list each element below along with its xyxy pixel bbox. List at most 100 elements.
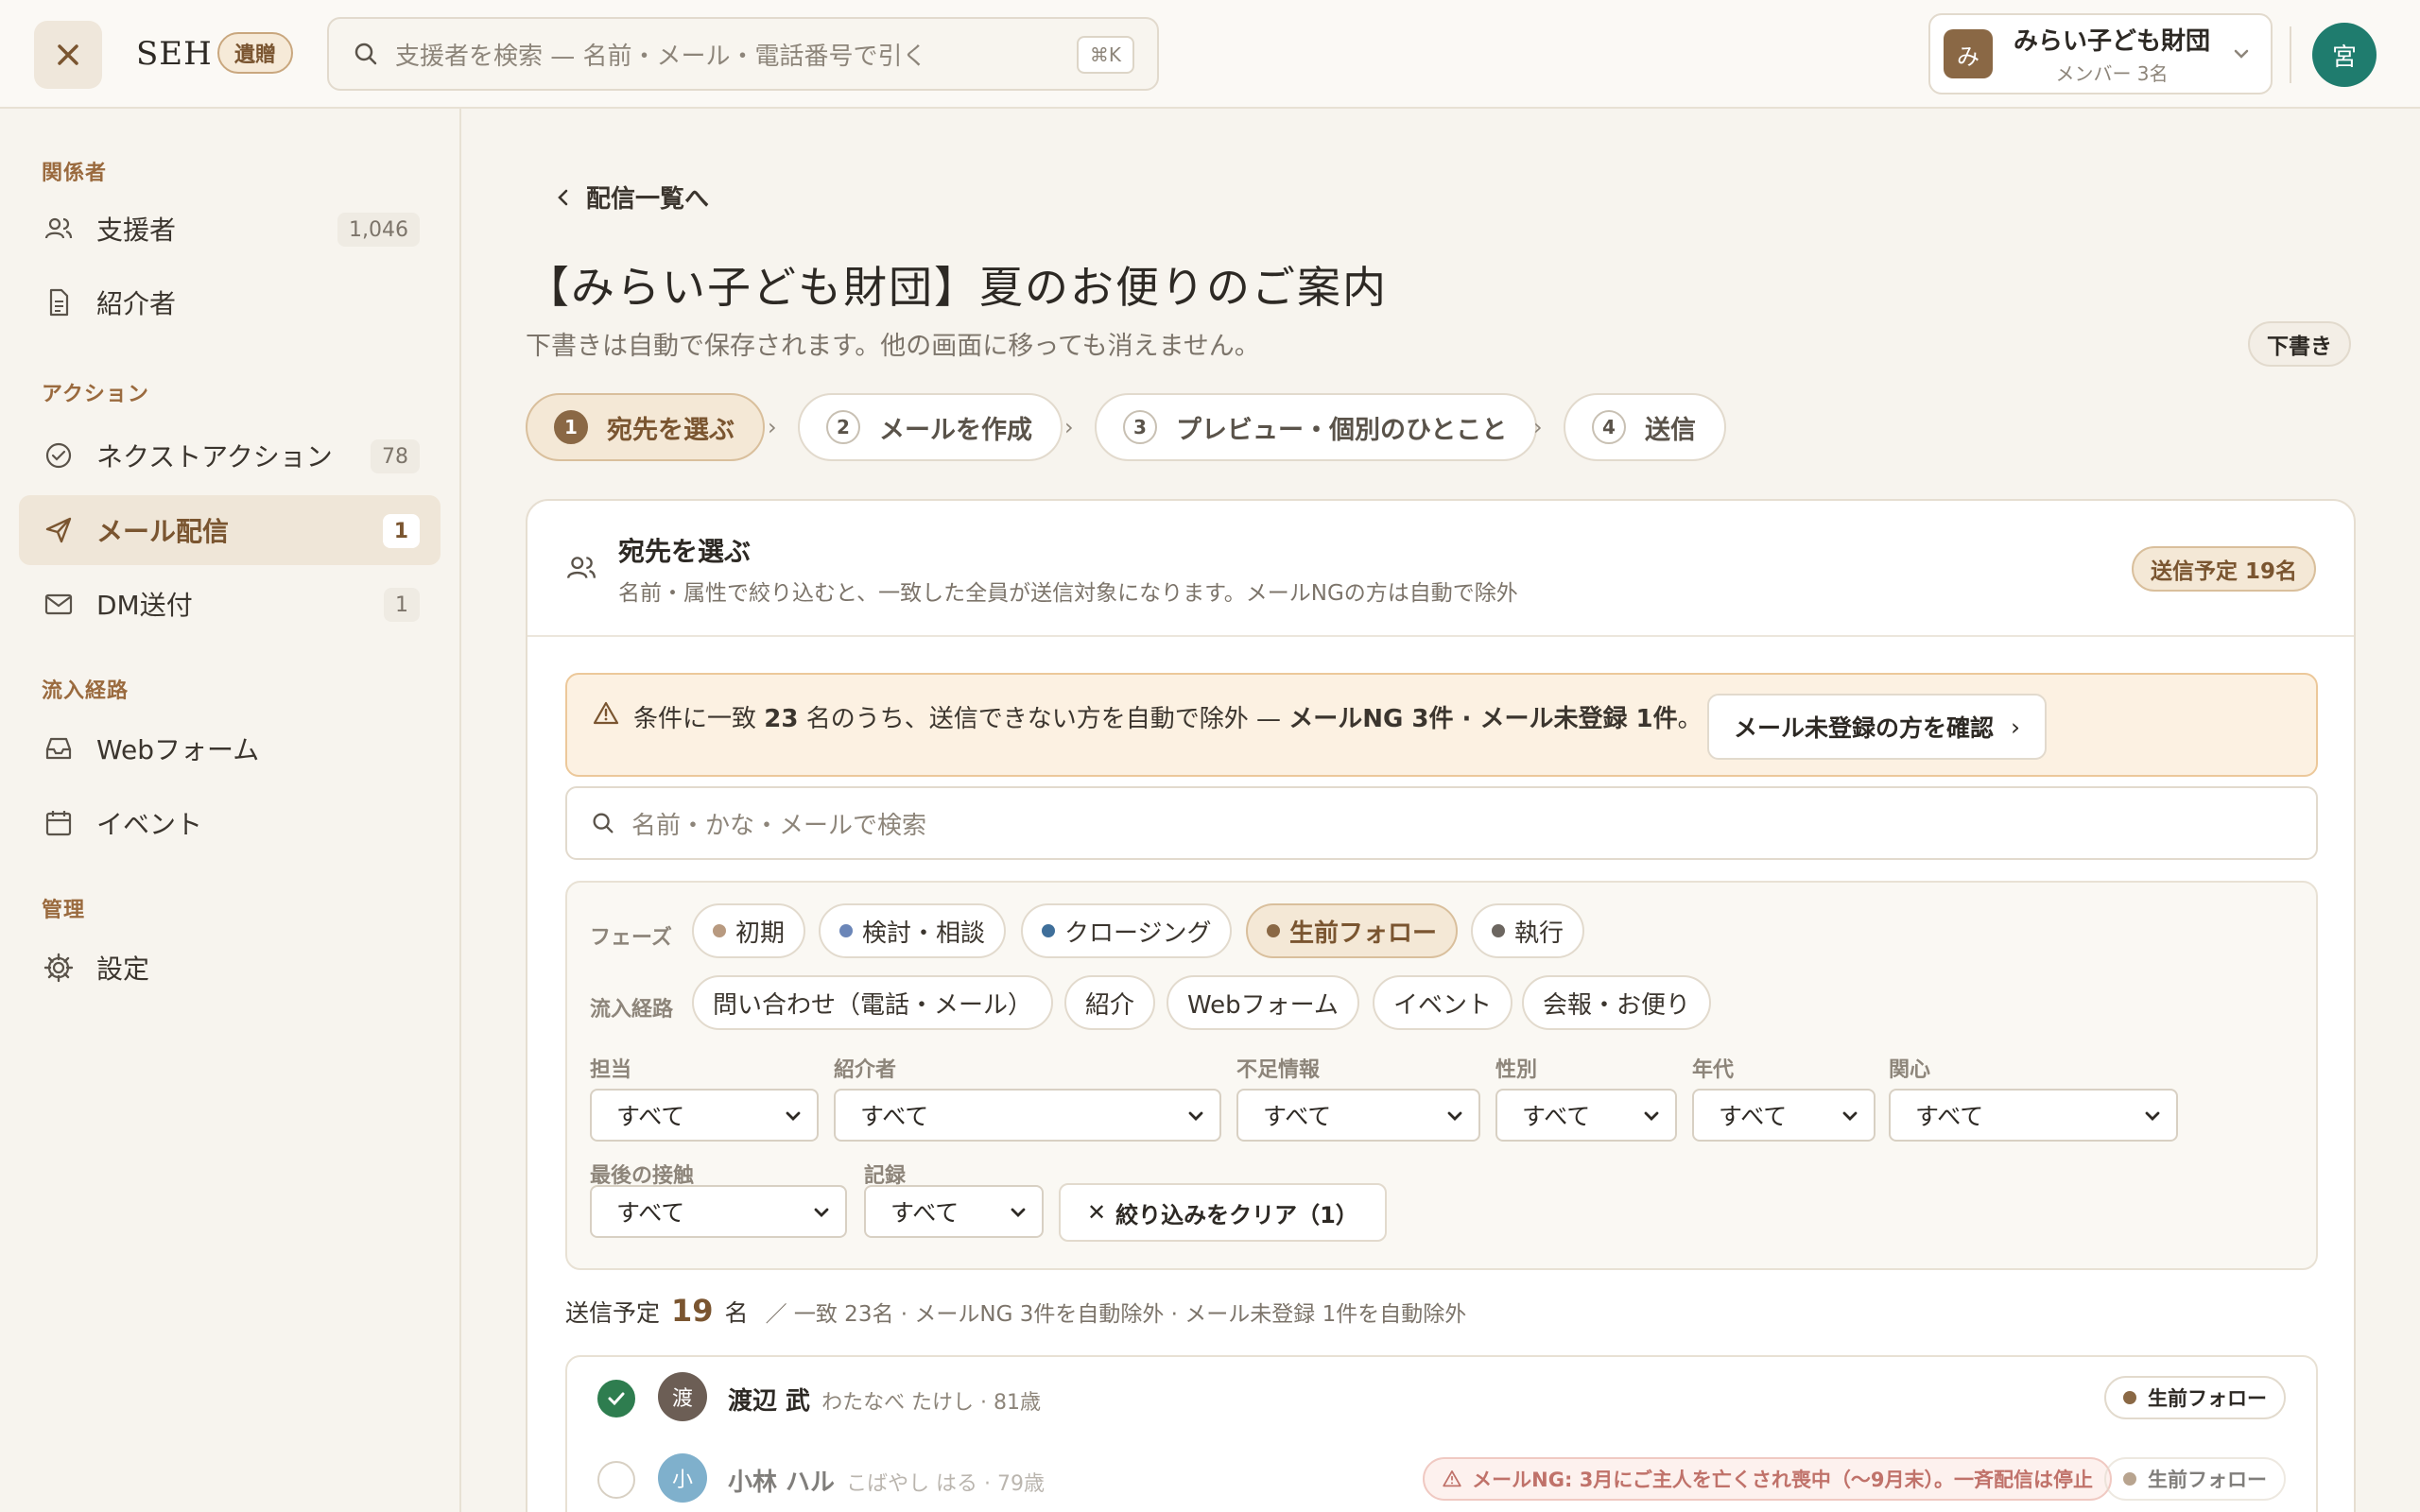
org-switcher[interactable]: み みらい子ども財団 メンバー 3名 bbox=[1928, 13, 2273, 94]
step-recipients[interactable]: 1 宛先を選ぶ bbox=[526, 393, 765, 461]
phase-chip-active[interactable]: 生前フォロー bbox=[1246, 903, 1459, 958]
select-label: 担当 bbox=[590, 1058, 632, 1082]
step-number: 3 bbox=[1123, 410, 1157, 444]
select-assignee[interactable]: すべて bbox=[590, 1089, 819, 1142]
warning-text: 条件に一致 23 名のうち、送信できない方を自動で除外 — メールNG 3件 ·… bbox=[633, 705, 1703, 733]
search-icon bbox=[593, 813, 614, 833]
recipients-card: 宛先を選ぶ 名前・属性で絞り込むと、一致した全員が送信対象になります。メールNG… bbox=[526, 499, 2356, 1512]
source-chip[interactable]: Webフォーム bbox=[1167, 975, 1359, 1030]
sidebar-item-supporters[interactable]: 支援者 1,046 bbox=[19, 194, 441, 264]
chevron-right-icon: › bbox=[768, 414, 777, 440]
chevron-down-icon bbox=[814, 1208, 829, 1217]
select-label: 年代 bbox=[1692, 1058, 1735, 1082]
step-preview[interactable]: 3 プレビュー・個別のひとこと bbox=[1095, 393, 1538, 461]
org-members: メンバー 3名 bbox=[2055, 62, 2169, 85]
sidebar-item-events[interactable]: イベント bbox=[19, 788, 441, 858]
source-chip[interactable]: イベント bbox=[1373, 975, 1513, 1030]
step-send[interactable]: 4 送信 bbox=[1564, 393, 1726, 461]
select-missing-info[interactable]: すべて bbox=[1236, 1089, 1480, 1142]
card-title: 宛先を選ぶ bbox=[618, 536, 752, 567]
send-count-badge: 送信予定 19名 bbox=[2131, 546, 2316, 592]
select-label: 紹介者 bbox=[834, 1058, 897, 1082]
sidebar-item-settings[interactable]: 設定 bbox=[19, 933, 441, 1003]
chevron-left-icon bbox=[558, 189, 568, 205]
sidebar-item-dm[interactable]: DM送付 1 bbox=[19, 569, 441, 639]
check-unregistered-button[interactable]: メール未登録の方を確認 › bbox=[1707, 694, 2048, 760]
select-interest[interactable]: すべて bbox=[1889, 1089, 2178, 1142]
mail-icon bbox=[42, 587, 76, 621]
sidebar-item-label: DM送付 bbox=[96, 590, 193, 621]
sidebar-section-label: 流入経路 bbox=[42, 679, 130, 703]
sidebar-item-next-actions[interactable]: ネクストアクション 78 bbox=[19, 421, 441, 490]
global-search-input[interactable]: 支援者を検索 — 名前・メール・電話番号で引く ⌘K bbox=[327, 17, 1159, 91]
phase-badge: 生前フォロー bbox=[2104, 1457, 2286, 1501]
clear-filters-button[interactable]: ✕ 絞り込みをクリア（1） bbox=[1059, 1183, 1387, 1242]
exclusion-warning: 条件に一致 23 名のうち、送信できない方を自動で除外 — メールNG 3件 ·… bbox=[565, 673, 2318, 777]
check-circle-icon bbox=[42, 438, 76, 472]
org-avatar: み bbox=[1944, 29, 1993, 78]
select-label: 関心 bbox=[1889, 1058, 1931, 1082]
step-number: 2 bbox=[826, 410, 860, 444]
list-item[interactable]: 小 小林 ハル こばやし はる · 79歳 メールNG: 3月にご主人を亡くされ喪… bbox=[567, 1438, 2316, 1512]
step-label: プレビュー・個別のひとこと bbox=[1176, 415, 1508, 445]
source-chip[interactable]: 問い合わせ（電話・メール） bbox=[692, 975, 1054, 1030]
chevron-down-icon bbox=[1188, 1111, 1203, 1121]
users-icon bbox=[42, 212, 76, 246]
inbox-icon bbox=[42, 731, 76, 765]
chevron-down-icon bbox=[1842, 1111, 1858, 1121]
phase-badge: 生前フォロー bbox=[2104, 1376, 2286, 1419]
phase-chip[interactable]: 初期 bbox=[692, 903, 806, 958]
avatar: 渡 bbox=[658, 1372, 707, 1421]
sidebar-item-label: 設定 bbox=[96, 954, 150, 985]
filter-label-source: 流入経路 bbox=[590, 998, 674, 1022]
back-link[interactable]: 配信一覧へ bbox=[552, 180, 709, 215]
step-compose[interactable]: 2 メールを作成 bbox=[798, 393, 1063, 461]
search-icon bbox=[354, 43, 377, 65]
sidebar-section-label: 関係者 bbox=[42, 162, 108, 185]
phase-chip[interactable]: クロージング bbox=[1021, 903, 1233, 958]
sidebar-item-label: ネクストアクション bbox=[96, 441, 333, 472]
select-label: 性別 bbox=[1495, 1058, 1538, 1082]
back-link-label: 配信一覧へ bbox=[586, 185, 710, 214]
list-item[interactable]: 渡 渡辺 武わたなべ たけし · 81歳 生前フォロー bbox=[567, 1357, 2316, 1438]
select-referrer[interactable]: すべて bbox=[834, 1089, 1221, 1142]
sidebar-item-referrers[interactable]: 紹介者 bbox=[19, 267, 441, 337]
select-last-contact[interactable]: すべて bbox=[590, 1185, 847, 1238]
sidebar-section-label: 管理 bbox=[42, 899, 86, 922]
source-chip[interactable]: 会報・お便り bbox=[1522, 975, 1712, 1030]
check-icon bbox=[608, 1392, 625, 1406]
document-icon bbox=[42, 285, 76, 319]
warning-icon bbox=[1443, 1470, 1461, 1487]
chevron-down-icon bbox=[1447, 1111, 1462, 1121]
count-badge: 1 bbox=[382, 514, 420, 548]
sidebar-item-mail-delivery[interactable]: メール配信 1 bbox=[19, 495, 441, 565]
card-header: 宛先を選ぶ 名前・属性で絞り込むと、一致した全員が送信対象になります。メールNG… bbox=[527, 501, 2354, 637]
search-placeholder: 支援者を検索 — 名前・メール・電話番号で引く bbox=[395, 42, 927, 71]
avatar: 小 bbox=[658, 1453, 707, 1503]
sidebar: 関係者 支援者 1,046 紹介者 アクション ネクストアクション 78 メール… bbox=[0, 109, 461, 1512]
select-record[interactable]: すべて bbox=[864, 1185, 1044, 1238]
recipient-checkbox[interactable] bbox=[597, 1461, 635, 1499]
chevron-down-icon bbox=[1011, 1208, 1026, 1217]
search-shortcut: ⌘K bbox=[1076, 36, 1134, 74]
warning-icon bbox=[593, 701, 619, 725]
select-gender[interactable]: すべて bbox=[1495, 1089, 1677, 1142]
gear-icon bbox=[42, 951, 76, 985]
user-avatar[interactable]: 宮 bbox=[2312, 23, 2377, 87]
app-header: SEH 遺贈 支援者を検索 — 名前・メール・電話番号で引く ⌘K み みらい子… bbox=[0, 0, 2420, 109]
brand-badge: 遺贈 bbox=[217, 32, 294, 74]
chevron-right-icon: › bbox=[1064, 414, 1074, 440]
status-badge: 下書き bbox=[2248, 321, 2351, 367]
recipient-search-input[interactable]: 名前・かな・メールで検索 bbox=[565, 786, 2318, 860]
phase-chip[interactable]: 検討・相談 bbox=[819, 903, 1007, 958]
source-chip[interactable]: 紹介 bbox=[1064, 975, 1156, 1030]
recipient-checkbox[interactable] bbox=[597, 1380, 635, 1418]
sidebar-section-label: アクション bbox=[42, 383, 149, 406]
filter-panel: フェーズ 初期 検討・相談 クロージング 生前フォロー 執行 流入経路 問い合わ… bbox=[565, 881, 2318, 1270]
phase-chip[interactable]: 執行 bbox=[1471, 903, 1585, 958]
close-button[interactable] bbox=[34, 21, 102, 89]
select-age[interactable]: すべて bbox=[1692, 1089, 1876, 1142]
recipient-name: 小林 ハル こばやし はる · 79歳 bbox=[728, 1469, 1046, 1497]
sidebar-item-webform[interactable]: Webフォーム bbox=[19, 713, 441, 783]
step-label: メールを作成 bbox=[879, 415, 1032, 445]
